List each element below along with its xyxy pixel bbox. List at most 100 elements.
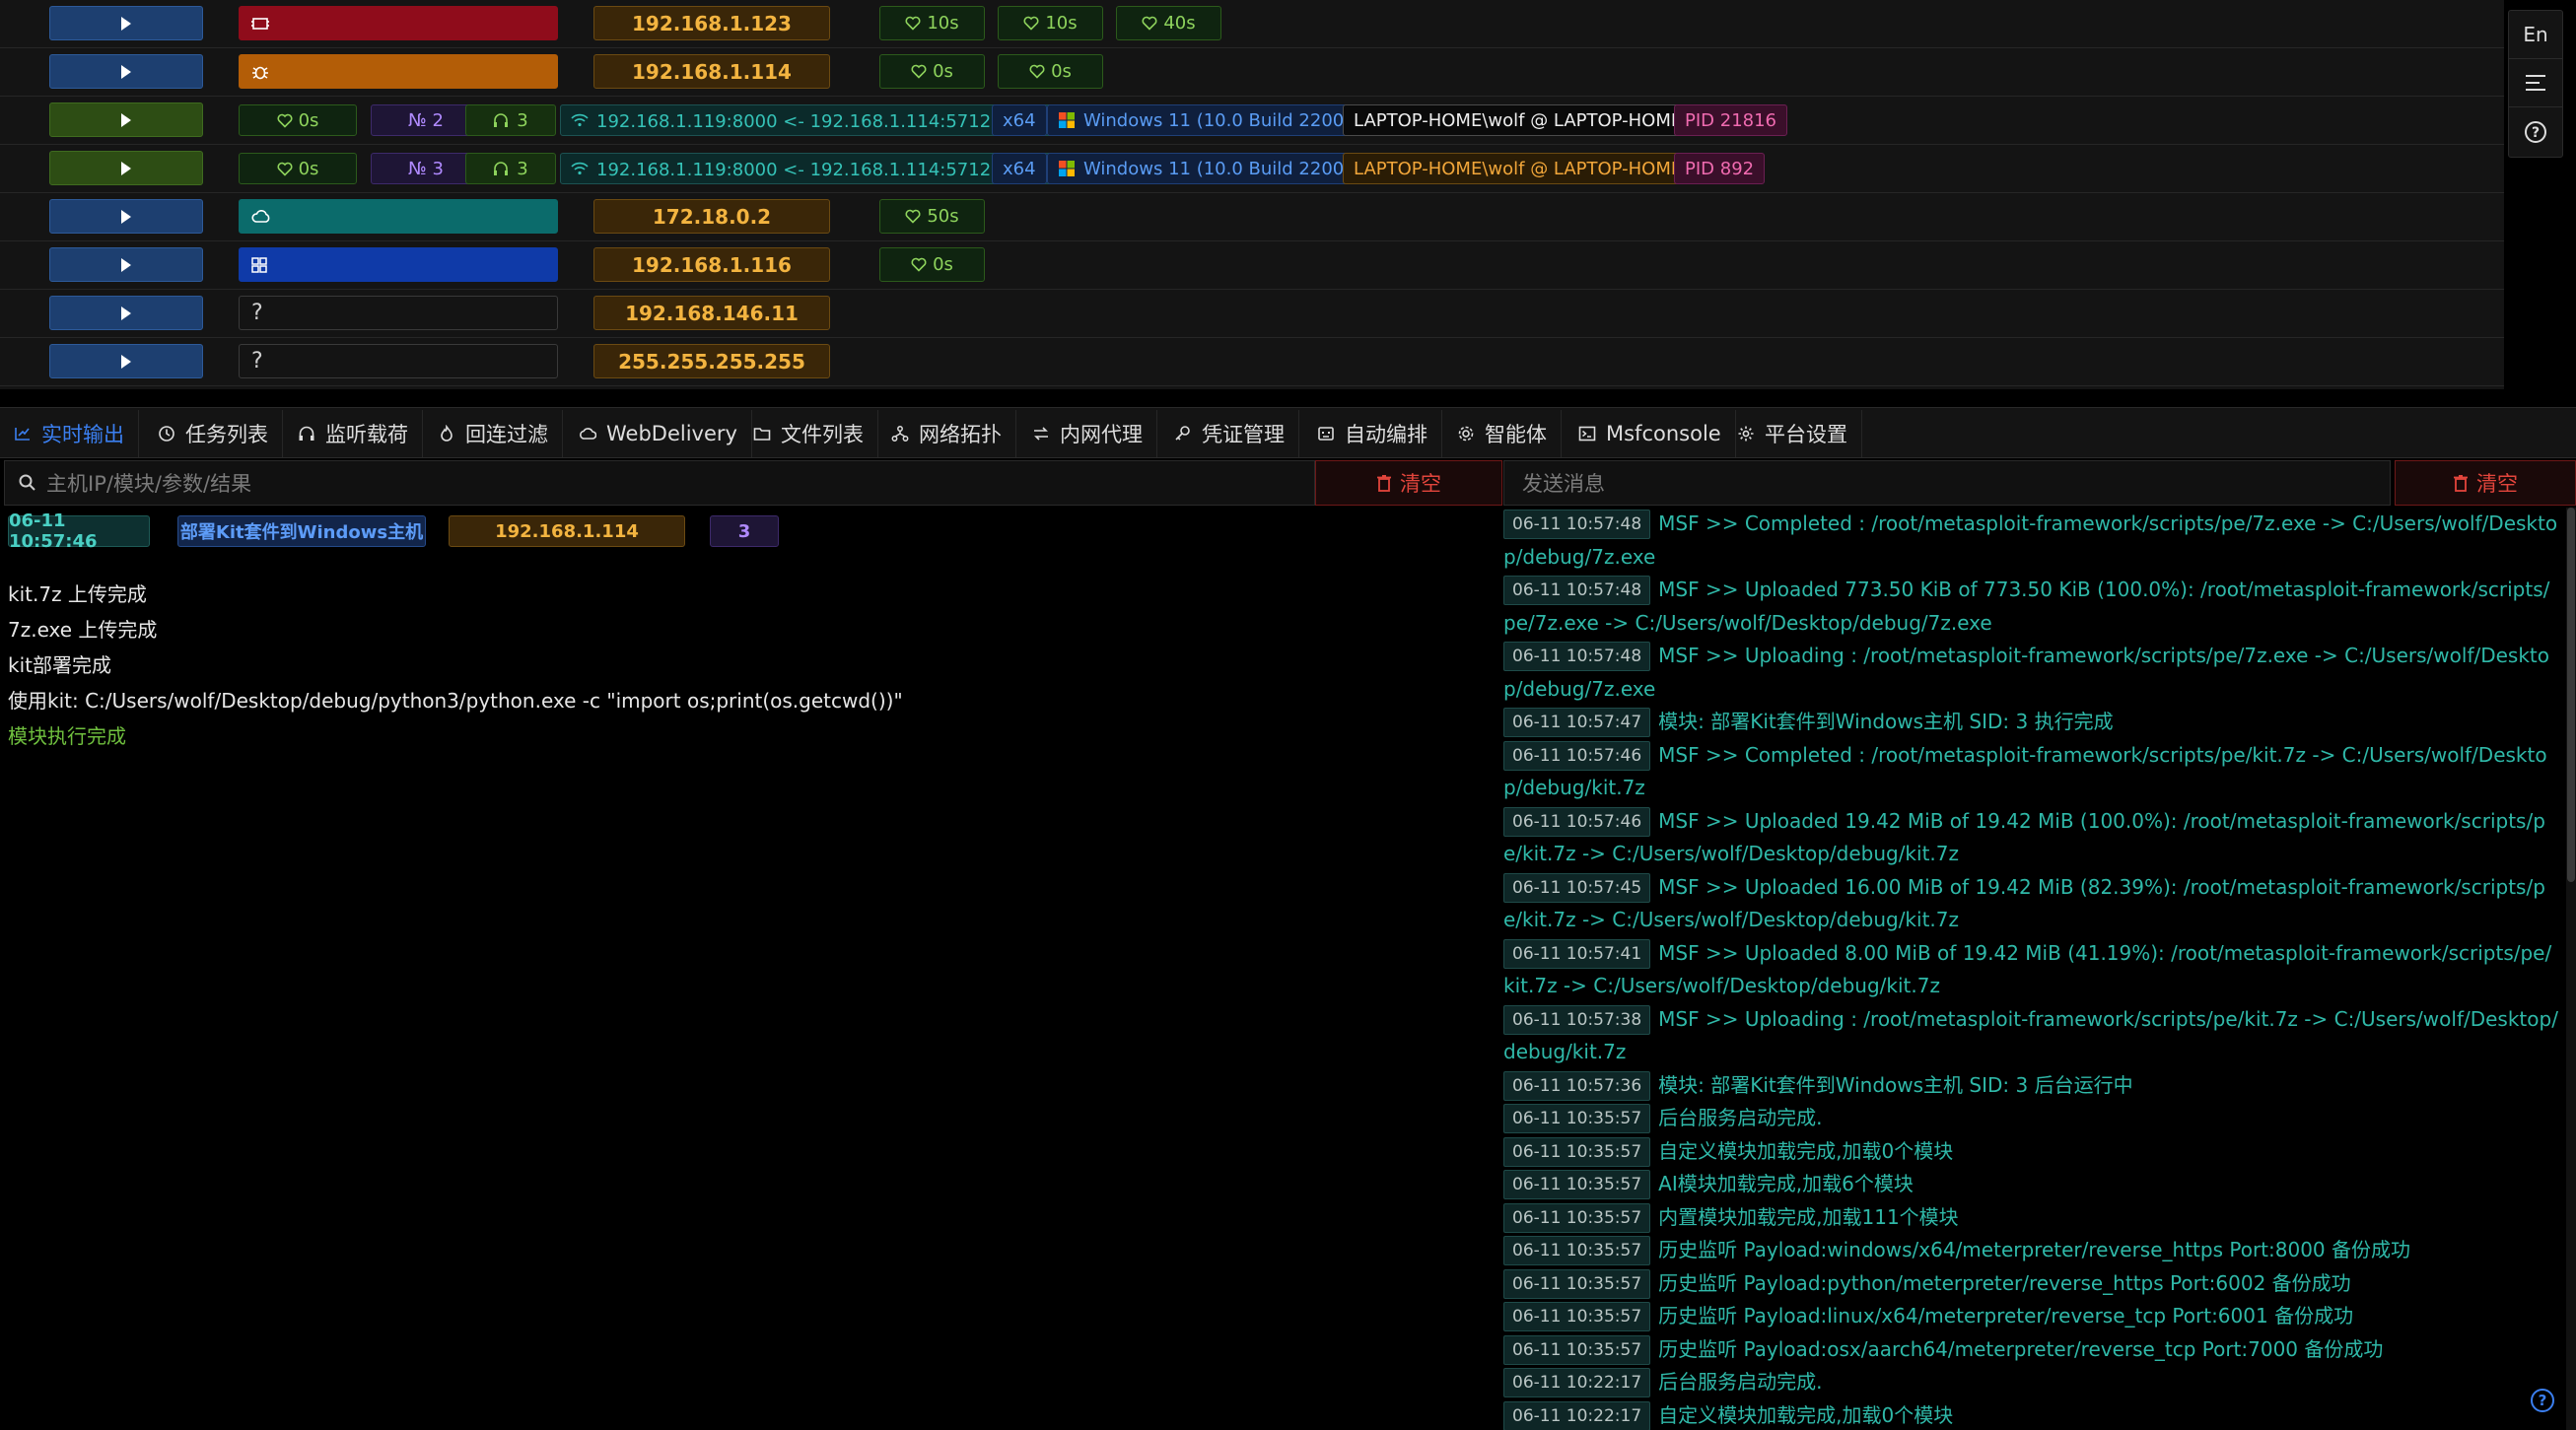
output-lines: kit.7z 上传完成 7z.exe 上传完成 kit部署完成 使用kit: C:/U… (8, 577, 903, 754)
heart-icon (277, 113, 293, 128)
language-button[interactable]: En (2509, 11, 2562, 59)
tab-5[interactable]: 文件列表 (739, 410, 878, 457)
log-time: 06-11 10:57:46 (1503, 740, 1651, 771)
log-text: MSF >> Uploaded 773.50 KiB of 773.50 KiB… (1503, 578, 2550, 635)
robot-icon (1318, 427, 1334, 441)
log-time: 06-11 10:57:45 (1503, 872, 1651, 903)
tab-6[interactable]: 网络拓扑 (877, 410, 1016, 457)
log-entry: 06-11 10:57:46 MSF >> Completed : /root/m… (1503, 739, 2560, 805)
output-time-tag: 06-11 10:57:46 (8, 511, 150, 552)
host-table: 192.168.1.123 10s 10s 40s 192.168.1.114 0s 0s 0… (0, 0, 2504, 389)
output-module-tag: 部署Kit套件到Windows主机 (177, 515, 426, 547)
message-log-panel: 发送消息 清空 06-11 10:57:48 MSF >> Completed :… (1503, 460, 2576, 1430)
terminal-icon (1578, 426, 1596, 442)
expand-button[interactable] (49, 6, 203, 40)
tab-4[interactable]: WebDelivery (565, 410, 752, 457)
svg-text:?: ? (2532, 125, 2540, 141)
clear-log-button[interactable]: 清空 (2395, 460, 2576, 506)
search-placeholder: 主机IP/模块/参数/结果 (46, 472, 252, 496)
log-time: 06-11 10:35:57 (1503, 1136, 1651, 1167)
expand-icon (121, 16, 131, 31)
platform-badge: ? (239, 344, 558, 378)
host-row[interactable]: 192.168.1.123 10s 10s 40s (0, 0, 2504, 48)
host-row[interactable]: 0s № 2 3 192.168.1.119:8000 <- 192.168.1.11… (0, 97, 2504, 145)
platform-badge (239, 6, 558, 40)
expand-button[interactable] (49, 247, 203, 282)
heart-icon (1142, 16, 1157, 31)
bug-icon (251, 63, 269, 81)
log-text: MSF >> Completed : /root/metasploit-fram… (1503, 742, 2547, 800)
heartbeat-badge: 0s (239, 104, 357, 136)
help-icon[interactable]: ? (2509, 107, 2562, 156)
tab-12[interactable]: 平台设置 (1723, 410, 1862, 457)
realtime-output-panel: 主机IP/模块/参数/结果 清空 06-11 10:57:46 部署Kit套件到… (0, 460, 1502, 1430)
output-line: 7z.exe 上传完成 (8, 618, 158, 642)
log-entry: 06-11 10:57:45 MSF >> Uploaded 16.00 MiB … (1503, 871, 2560, 937)
expand-button[interactable] (49, 151, 203, 185)
host-ip: 255.255.255.255 (593, 344, 830, 378)
host-row[interactable]: 172.18.0.2 50s (0, 193, 2504, 241)
heartbeat-badge: 40s (1116, 6, 1221, 40)
heartbeat-badge: 0s (879, 247, 985, 282)
tab-8[interactable]: 凭证管理 (1160, 410, 1299, 457)
host-row[interactable]: 192.168.1.116 0s (0, 241, 2504, 290)
heartbeat-badge: 50s (879, 199, 985, 234)
host-row[interactable]: ? 192.168.146.11 (0, 290, 2504, 338)
log-time: 06-11 10:57:48 (1503, 510, 1651, 539)
log-list: 06-11 10:57:48 MSF >> Completed : /root/m… (1503, 508, 2560, 1430)
headphones-icon (494, 113, 509, 127)
log-entry: 06-11 10:57:46 MSF >> Uploaded 19.42 MiB … (1503, 805, 2560, 871)
tab-7[interactable]: 内网代理 (1018, 410, 1157, 457)
log-text: 后台服务启动完成. (1658, 1106, 1823, 1129)
expand-button[interactable] (49, 102, 203, 137)
send-message-input[interactable]: 发送消息 (1503, 460, 2391, 506)
heartbeat-badge: 10s (998, 6, 1103, 40)
expand-button[interactable] (49, 54, 203, 89)
host-row[interactable]: 0s № 3 3 192.168.1.119:8000 <- 192.168.1.11… (0, 145, 2504, 193)
host-ip: 192.168.1.123 (593, 6, 830, 40)
expand-button[interactable] (49, 296, 203, 330)
heart-icon (911, 257, 927, 272)
arch-badge: x64 (992, 153, 1047, 184)
tab-10[interactable]: 智能体 (1443, 410, 1562, 457)
log-entry: 06-11 10:57:41 MSF >> Uploaded 8.00 MiB o… (1503, 937, 2560, 1003)
headphones-icon (494, 162, 509, 175)
folder-icon (753, 428, 771, 441)
log-text: 历史监听 Payload:windows/x64/meterpreter/rev… (1658, 1238, 2411, 1261)
log-text: 历史监听 Payload:osx/aarch64/meterpreter/rev… (1658, 1336, 2384, 1361)
listener-count: 3 (465, 153, 556, 184)
clear-output-button[interactable]: 清空 (1315, 460, 1502, 506)
log-time: 06-11 10:35:57 (1503, 1334, 1651, 1365)
host-row[interactable]: ? 255.255.255.255 (0, 338, 2504, 386)
tab-9[interactable]: 自动编排 (1303, 410, 1442, 457)
log-time: 06-11 10:35:57 (1503, 1202, 1651, 1233)
log-scrollbar[interactable] (2566, 508, 2576, 1430)
heart-icon (277, 162, 293, 176)
heart-icon (905, 209, 921, 224)
expand-button[interactable] (49, 199, 203, 234)
tab-3[interactable]: 回连过滤 (424, 410, 563, 457)
expand-icon (121, 112, 131, 127)
platform-badge (239, 54, 558, 89)
log-entry: 06-11 10:35:57 历史监听 Payload:osx/aarch64/m… (1503, 1333, 2560, 1367)
platform-badge: ? (239, 296, 558, 330)
host-row[interactable]: 192.168.1.114 0s 0s (0, 48, 2504, 97)
log-entry: 06-11 10:35:57 历史监听 Payload:linux/x64/met… (1503, 1300, 2560, 1333)
help-float-icon[interactable]: ? (2531, 1389, 2554, 1412)
output-search-input[interactable]: 主机IP/模块/参数/结果 (4, 460, 1315, 506)
cloud-icon (251, 209, 271, 224)
gear-icon (1458, 426, 1474, 442)
expand-button[interactable] (49, 344, 203, 378)
log-entry: 06-11 10:57:48 MSF >> Uploaded 773.50 KiB… (1503, 574, 2560, 640)
topology-icon (891, 426, 909, 442)
scrollbar-thumb[interactable] (2567, 508, 2575, 882)
menu-icon[interactable] (2509, 59, 2562, 107)
log-entry: 06-11 10:57:48 MSF >> Uploading : /root/m… (1503, 640, 2560, 706)
tab-11[interactable]: Msfconsole (1565, 410, 1736, 457)
tab-2[interactable]: 监听载荷 (284, 410, 423, 457)
settings-icon (1738, 426, 1754, 442)
log-entry: 06-11 10:35:57 历史监听 Payload:windows/x64/m… (1503, 1234, 2560, 1267)
tab-1[interactable]: 任务列表 (144, 410, 283, 457)
tab-0[interactable]: 实时输出 (0, 410, 139, 457)
log-time: 06-11 10:35:57 (1503, 1170, 1651, 1199)
